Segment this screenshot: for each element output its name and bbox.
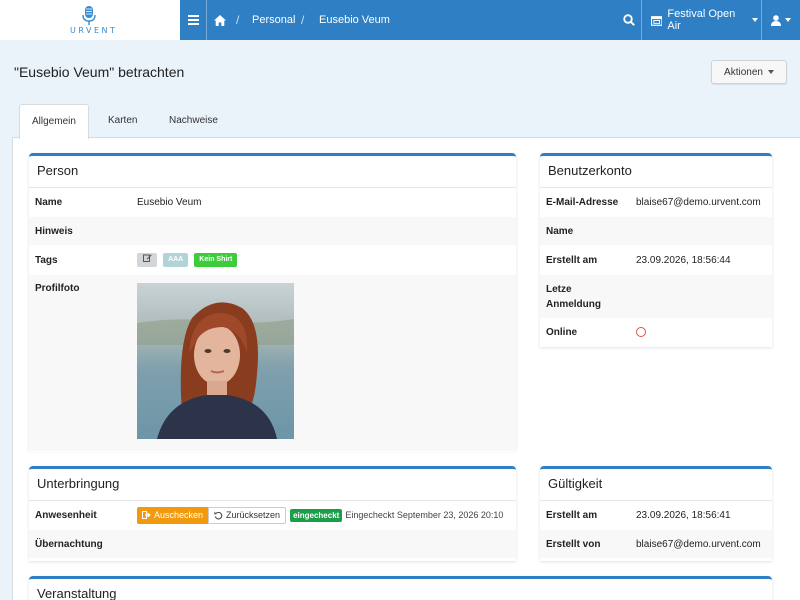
edit-icon	[142, 254, 152, 263]
person-photo-row: Profilfoto	[29, 275, 516, 452]
overnight-label: Übernachtung	[35, 538, 103, 550]
person-panel: Person Name Eusebio Veum Hinweis Tags AA…	[29, 153, 516, 452]
accommodation-details: Anwesenheit Auschecken Zurücksetzen eing…	[29, 501, 516, 559]
offline-status-icon	[636, 327, 646, 337]
calendar-icon	[651, 15, 663, 26]
top-navbar: URVENT / Personal / Eusebio Veum Festiva…	[0, 0, 800, 40]
reset-label: Zurücksetzen	[226, 510, 281, 520]
created-by-label: Erstellt von	[546, 538, 601, 550]
validity-panel-title: Gültigkeit	[540, 469, 772, 501]
page-title: "Eusebio Veum" betrachten	[14, 64, 185, 80]
account-name-label: Name	[546, 225, 574, 237]
edit-tags-button[interactable]	[137, 253, 157, 267]
tab-karten[interactable]: Karten	[96, 104, 149, 138]
validity-created-by-row: Erstellt von blaise67@demo.urvent.com	[540, 530, 772, 559]
created-by-value: blaise67@demo.urvent.com	[636, 538, 761, 550]
validity-details: Erstellt am 23.09.2026, 18:56:41 Erstell…	[540, 501, 772, 559]
person-hint-row: Hinweis	[29, 217, 516, 246]
navbar-divider	[641, 0, 642, 40]
tab-allgemein[interactable]: Allgemein	[19, 104, 89, 139]
festival-selector[interactable]: Festival Open Air	[648, 0, 758, 40]
user-menu-button[interactable]	[766, 0, 796, 40]
created-value: 23.09.2026, 18:56:44	[636, 254, 731, 266]
search-button[interactable]	[618, 0, 640, 40]
breadcrumb-current: Eusebio Veum	[319, 14, 390, 26]
menu-toggle-button[interactable]	[180, 0, 206, 40]
chevron-down-icon	[785, 18, 791, 22]
tag-badge: AAA	[163, 253, 189, 267]
home-link[interactable]	[210, 0, 230, 40]
reset-button[interactable]: Zurücksetzen	[208, 506, 287, 524]
profile-photo	[137, 283, 294, 439]
actions-dropdown-button[interactable]: Aktionen	[711, 60, 787, 84]
festival-name: Festival Open Air	[667, 8, 736, 32]
account-last-login-row: Letze Anmeldung	[540, 275, 772, 319]
chevron-down-icon	[752, 18, 758, 22]
validity-created-label: Erstellt am	[546, 509, 598, 521]
tag-badge: Kein Shirt	[194, 253, 238, 267]
event-panel: Veranstaltung	[29, 576, 772, 600]
hamburger-icon	[187, 15, 199, 25]
microphone-logo-icon	[82, 6, 96, 25]
account-email-row: E-Mail-Adresse blaise67@demo.urvent.com	[540, 188, 772, 217]
validity-created-row: Erstellt am 23.09.2026, 18:56:41	[540, 501, 772, 530]
breadcrumb-separator: /	[301, 13, 305, 27]
event-panel-title: Veranstaltung	[29, 579, 772, 600]
person-name-row: Name Eusebio Veum	[29, 188, 516, 217]
checked-in-badge: eingecheckt	[290, 508, 343, 522]
breadcrumb-separator: /	[236, 13, 240, 27]
checkout-label: Auschecken	[154, 510, 204, 520]
last-login-label-line1: Letze	[546, 283, 572, 295]
presence-row: Anwesenheit Auschecken Zurücksetzen eing…	[29, 501, 516, 530]
name-label: Name	[35, 196, 63, 208]
person-tags-row: Tags AAA Kein Shirt	[29, 246, 516, 275]
validity-panel: Gültigkeit Erstellt am 23.09.2026, 18:56…	[540, 466, 772, 561]
online-label: Online	[546, 326, 578, 338]
presence-label: Anwesenheit	[35, 509, 97, 521]
validity-created-value: 23.09.2026, 18:56:41	[636, 509, 731, 521]
photo-label: Profilfoto	[35, 283, 80, 294]
account-online-row: Online	[540, 319, 772, 346]
brand-name: URVENT	[70, 26, 118, 35]
checked-in-text: Eingecheckt September 23, 2026 20:10	[345, 510, 504, 520]
created-label: Erstellt am	[546, 254, 598, 266]
search-icon	[623, 14, 635, 26]
account-panel: Benutzerkonto E-Mail-Adresse blaise67@de…	[540, 153, 772, 347]
account-details: E-Mail-Adresse blaise67@demo.urvent.com …	[540, 188, 772, 346]
accommodation-panel-title: Unterbringung	[29, 469, 516, 501]
breadcrumb-personal[interactable]: Personal	[252, 0, 295, 40]
navbar-divider	[761, 0, 762, 40]
email-link[interactable]: blaise67@demo.urvent.com	[636, 197, 761, 208]
last-login-label: Letze Anmeldung	[546, 282, 636, 312]
tags-label: Tags	[35, 254, 58, 266]
account-panel-title: Benutzerkonto	[540, 156, 772, 188]
overnight-row: Übernachtung	[29, 530, 516, 559]
brand-logo[interactable]: URVENT	[0, 0, 180, 40]
tags-list: AAA Kein Shirt	[137, 253, 240, 267]
checkout-button[interactable]: Auschecken	[137, 506, 209, 524]
hint-label: Hinweis	[35, 225, 73, 237]
account-name-row: Name	[540, 217, 772, 246]
tab-nachweise[interactable]: Nachweise	[157, 104, 230, 138]
email-label: E-Mail-Adresse	[546, 196, 619, 208]
last-login-label-line2: Anmeldung	[546, 298, 601, 310]
sign-out-icon	[142, 511, 151, 519]
account-created-row: Erstellt am 23.09.2026, 18:56:44	[540, 246, 772, 275]
person-panel-title: Person	[29, 156, 516, 188]
accommodation-panel: Unterbringung Anwesenheit Auschecken Zur…	[29, 466, 516, 561]
user-icon	[771, 14, 781, 26]
chevron-down-icon	[767, 70, 774, 74]
navbar-divider	[206, 0, 207, 40]
actions-label: Aktionen	[724, 66, 763, 78]
undo-icon	[214, 511, 223, 520]
home-icon	[214, 14, 226, 26]
person-details: Name Eusebio Veum Hinweis Tags AAA Kein …	[29, 188, 516, 452]
name-value: Eusebio Veum	[137, 196, 202, 208]
